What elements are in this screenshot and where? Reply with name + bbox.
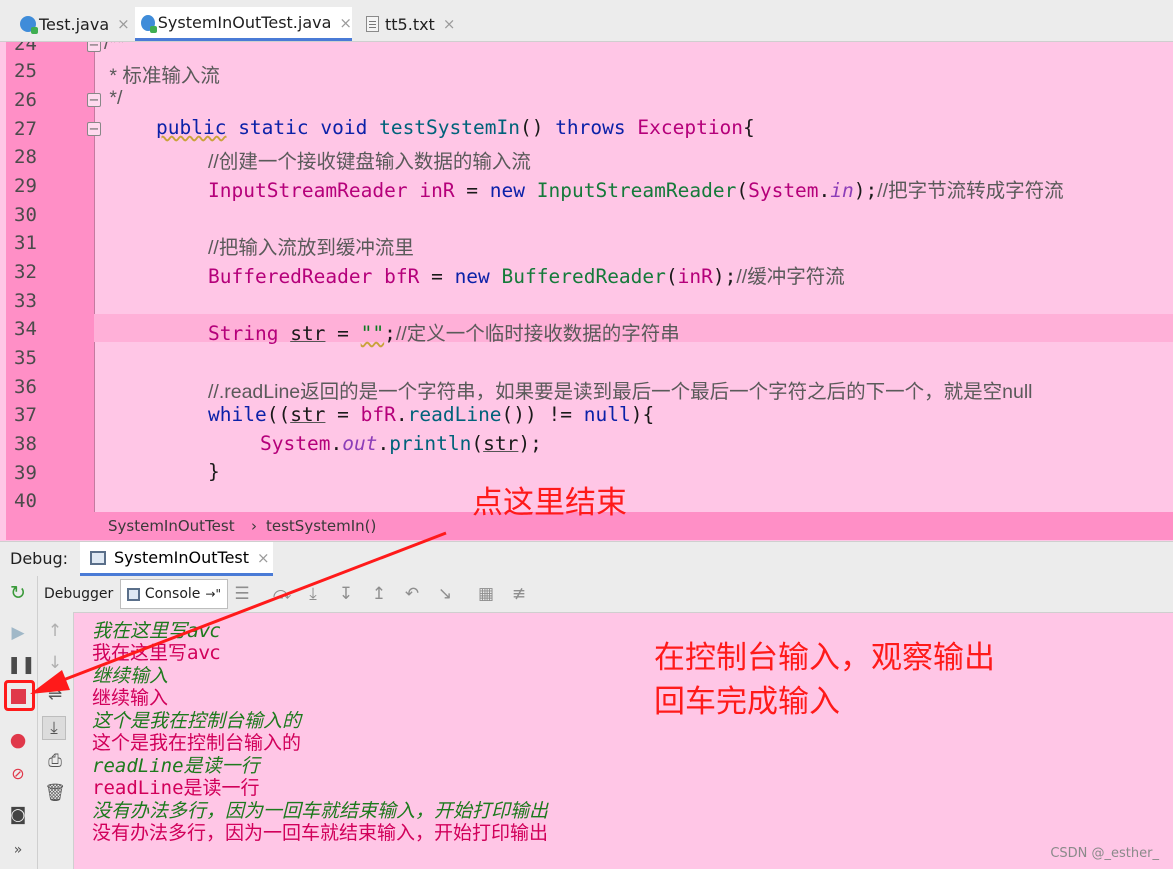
annotation-arrow xyxy=(30,531,447,694)
watermark: CSDN @_esther_ xyxy=(1050,846,1159,861)
